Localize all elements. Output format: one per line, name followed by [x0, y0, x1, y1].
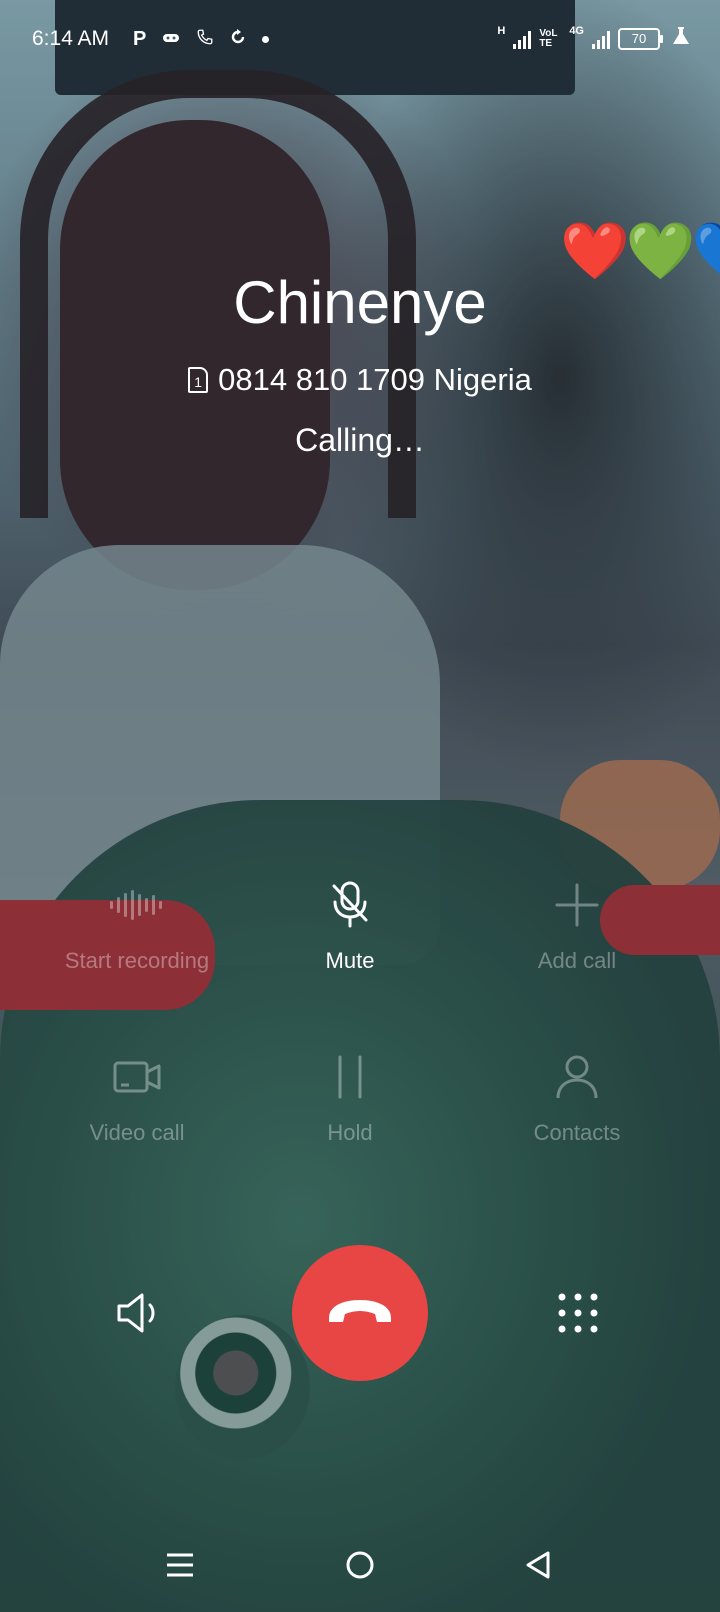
- navigation-bar: [0, 1517, 720, 1612]
- video-call-button[interactable]: Video call: [27, 1052, 247, 1146]
- hold-label: Hold: [327, 1120, 373, 1145]
- add-call-label: Add call: [537, 948, 617, 973]
- p-app-icon: P: [133, 28, 147, 50]
- status-bar: 6:14 AM P H VoLTE 4G 70: [0, 0, 720, 80]
- caller-number: 0814 810 1709 Nigeria: [218, 362, 532, 397]
- dot-icon: [262, 36, 270, 43]
- battery-indicator: 70: [618, 27, 663, 50]
- caller-name: Chinenye: [233, 269, 487, 336]
- mute-button[interactable]: Mute: [240, 880, 460, 974]
- hold-button[interactable]: Hold: [240, 1052, 460, 1146]
- contacts-button[interactable]: Contacts: [467, 1052, 687, 1146]
- nav-recents-button[interactable]: [150, 1537, 210, 1597]
- volte-label: VoLTE: [539, 27, 558, 49]
- pause-icon: [240, 1052, 460, 1102]
- caller-number-line: 1 0814 810 1709 Nigeria: [0, 362, 720, 398]
- signal-icon-2: [592, 29, 610, 49]
- start-recording-button[interactable]: Start recording: [27, 880, 247, 974]
- phone-call-icon: [196, 28, 214, 51]
- network-type-h: H: [497, 25, 506, 37]
- notification-icons: P: [133, 28, 270, 51]
- back-triangle-icon: [525, 1550, 551, 1585]
- video-camera-icon: [27, 1052, 247, 1102]
- menu-icon: [166, 1552, 194, 1583]
- speaker-button[interactable]: [105, 1280, 175, 1350]
- recording-waveform-icon: [27, 880, 247, 930]
- flask-icon: [672, 26, 690, 51]
- person-icon: [467, 1052, 687, 1102]
- contacts-label: Contacts: [533, 1120, 621, 1145]
- end-call-icon: [325, 1296, 395, 1331]
- nav-back-button[interactable]: [508, 1537, 568, 1597]
- mic-off-icon: [240, 880, 460, 930]
- video-call-label: Video call: [89, 1120, 185, 1145]
- signal-icon: [513, 29, 532, 49]
- add-call-button[interactable]: Add call: [467, 880, 687, 974]
- start-recording-label: Start recording: [64, 948, 210, 973]
- call-status: Calling…: [295, 422, 425, 458]
- dialpad-icon: [556, 1291, 600, 1340]
- home-circle-icon: [345, 1550, 375, 1585]
- nav-home-button[interactable]: [330, 1537, 390, 1597]
- dialpad-button[interactable]: [543, 1280, 613, 1350]
- speaker-icon: [116, 1291, 164, 1340]
- sim-card-icon: 1: [188, 367, 209, 393]
- status-right-icons: H VoLTE 4G 70: [497, 26, 690, 51]
- end-call-button[interactable]: [292, 1245, 428, 1381]
- game-icon: [162, 31, 180, 49]
- plus-icon: [467, 880, 687, 930]
- network-type-4g: 4G: [569, 25, 584, 37]
- mute-label: Mute: [325, 948, 375, 973]
- sync-icon: [230, 29, 246, 50]
- status-time: 6:14 AM: [32, 27, 110, 50]
